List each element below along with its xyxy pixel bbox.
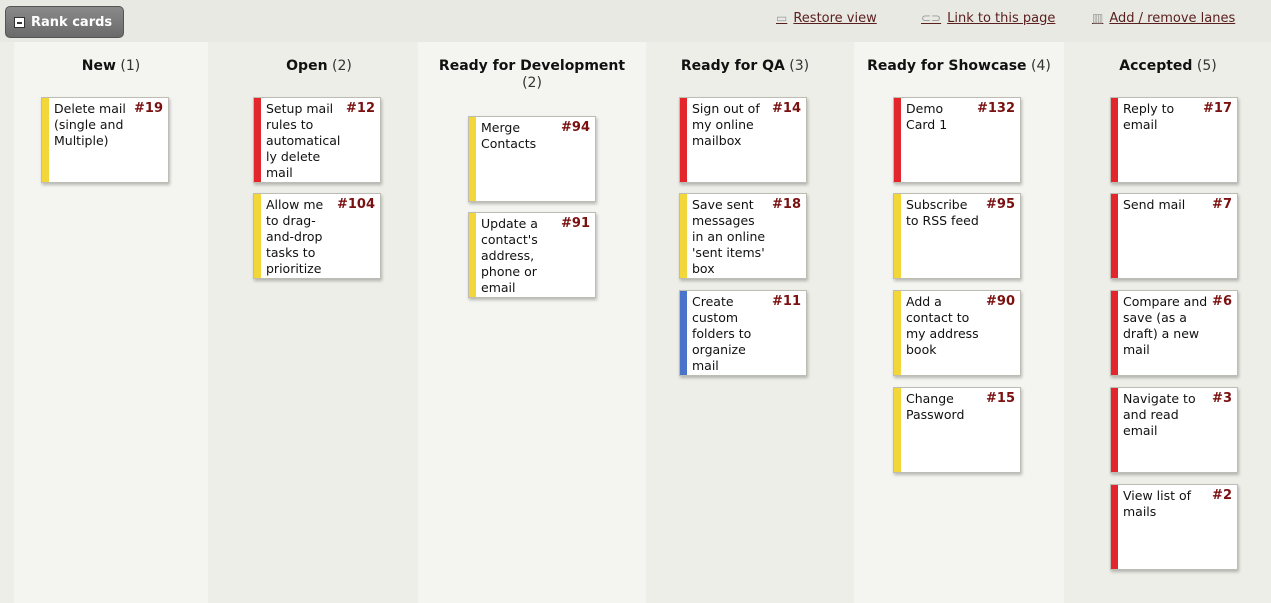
card-color-bar: [1111, 388, 1118, 472]
card-color-bar: [1111, 485, 1118, 569]
rank-cards-label: Rank cards: [31, 14, 113, 30]
card-number: #104: [336, 197, 375, 212]
lane-count: (2): [522, 75, 542, 91]
card-number: #7: [1212, 197, 1232, 212]
card-number: #132: [976, 101, 1015, 116]
add-remove-lanes-link[interactable]: ▥ Add / remove lanes: [1092, 9, 1235, 27]
lanes-icon: ▥: [1092, 11, 1104, 25]
story-card[interactable]: #15 Change Password: [893, 387, 1021, 473]
lane-header: Open (2): [222, 58, 416, 75]
lane-header: Ready for QA (3): [648, 58, 842, 75]
story-card[interactable]: #17 Reply to email: [1110, 97, 1238, 183]
restore-icon: ▭: [776, 11, 788, 25]
card-color-bar: [894, 291, 901, 375]
story-card[interactable]: #95 Subscribe to RSS feed: [893, 193, 1021, 279]
link-icon: ⊂⊃: [921, 11, 942, 25]
card-color-bar: [894, 98, 901, 182]
lane-accepted: Accepted (5) #17 Reply to email #7 Send …: [1068, 42, 1268, 603]
lane-name: Open: [286, 58, 328, 74]
lane-new: New (1) #19 Delete mail (single and Mult…: [14, 42, 208, 603]
card-color-bar: [680, 291, 687, 375]
card-number: #11: [772, 294, 801, 309]
lane-header: Ready for Development (2): [418, 58, 646, 92]
card-color-bar: [1111, 194, 1118, 278]
lane-name: Ready for QA: [680, 58, 785, 74]
card-color-bar: [469, 213, 476, 297]
lane-header: Accepted (5): [1068, 58, 1268, 75]
lane-open: Open (2) #12 Setup mail rules to automat…: [222, 42, 416, 603]
card-number: #94: [561, 120, 590, 135]
card-color-bar: [1111, 98, 1118, 182]
toolbar: Rank cards ▭ Restore view ⊂⊃ Link to thi…: [0, 0, 1271, 42]
lane-name: Ready for Showcase: [867, 58, 1027, 74]
story-card[interactable]: #19 Delete mail (single and Multiple): [41, 97, 169, 183]
add-remove-lanes-label: Add / remove lanes: [1109, 10, 1236, 26]
lane-count: (1): [120, 58, 141, 74]
card-number: #6: [1212, 294, 1232, 309]
card-color-bar: [680, 98, 687, 182]
lane-count: (2): [332, 58, 352, 74]
card-number: #90: [986, 294, 1015, 309]
lane-name: New: [81, 58, 116, 74]
story-card[interactable]: #94 Merge Contacts: [468, 116, 596, 202]
rank-cards-button[interactable]: Rank cards: [5, 6, 124, 38]
lane-ready-for-qa: Ready for QA (3) #14 Sign out of my onli…: [648, 42, 842, 603]
story-card[interactable]: #91 Update a contact's address, phone or…: [468, 212, 596, 298]
link-to-page-link[interactable]: ⊂⊃ Link to this page: [921, 9, 1055, 27]
story-card[interactable]: #2 View list of mails: [1110, 484, 1238, 570]
card-number: #14: [772, 101, 801, 116]
story-card[interactable]: #12 Setup mail rules to automatically de…: [253, 97, 381, 183]
card-color-bar: [42, 98, 49, 182]
story-card[interactable]: #18 Save sent messages in an online 'sen…: [679, 193, 807, 279]
card-color-bar: [894, 388, 901, 472]
kanban-board: New (1) #19 Delete mail (single and Mult…: [0, 42, 1271, 603]
story-card[interactable]: #90 Add a contact to my address book: [893, 290, 1021, 376]
story-card[interactable]: #6 Compare and save (as a draft) a new m…: [1110, 290, 1238, 376]
card-number: #17: [1203, 101, 1232, 116]
lane-header: Ready for Showcase (4): [854, 58, 1064, 75]
card-color-bar: [469, 117, 476, 201]
restore-view-link[interactable]: ▭ Restore view: [776, 9, 877, 27]
lane-ready-for-development: Ready for Development (2) #94 Merge Cont…: [418, 42, 646, 603]
card-number: #15: [986, 391, 1015, 406]
card-color-bar: [254, 98, 261, 182]
card-number: #95: [986, 197, 1015, 212]
card-color-bar: [680, 194, 687, 278]
card-number: #18: [772, 197, 801, 212]
lane-name: Accepted: [1119, 58, 1193, 74]
collapse-icon: [14, 16, 25, 28]
lane-count: (5): [1196, 58, 1217, 74]
restore-view-label: Restore view: [793, 10, 877, 26]
card-color-bar: [1111, 291, 1118, 375]
card-number: #3: [1212, 391, 1232, 406]
story-card[interactable]: #132 Demo Card 1: [893, 97, 1021, 183]
card-number: #91: [561, 216, 590, 231]
story-card[interactable]: #14 Sign out of my online mailbox: [679, 97, 807, 183]
card-number: #19: [134, 101, 163, 116]
lane-ready-for-showcase: Ready for Showcase (4) #132 Demo Card 1 …: [854, 42, 1064, 603]
lane-count: (4): [1031, 58, 1051, 74]
card-number: #2: [1212, 488, 1232, 503]
link-page-label: Link to this page: [947, 10, 1056, 26]
story-card[interactable]: #11 Create custom folders to organize ma…: [679, 290, 807, 376]
story-card[interactable]: #104 Allow me to drag-and-drop tasks to …: [253, 193, 381, 279]
lane-header: New (1): [14, 58, 208, 75]
card-number: #12: [346, 101, 375, 116]
story-card[interactable]: #7 Send mail: [1110, 193, 1238, 279]
lane-count: (3): [789, 58, 810, 74]
story-card[interactable]: #3 Navigate to and read email: [1110, 387, 1238, 473]
card-color-bar: [254, 194, 261, 278]
card-color-bar: [894, 194, 901, 278]
lane-name: Ready for Development: [438, 58, 626, 74]
